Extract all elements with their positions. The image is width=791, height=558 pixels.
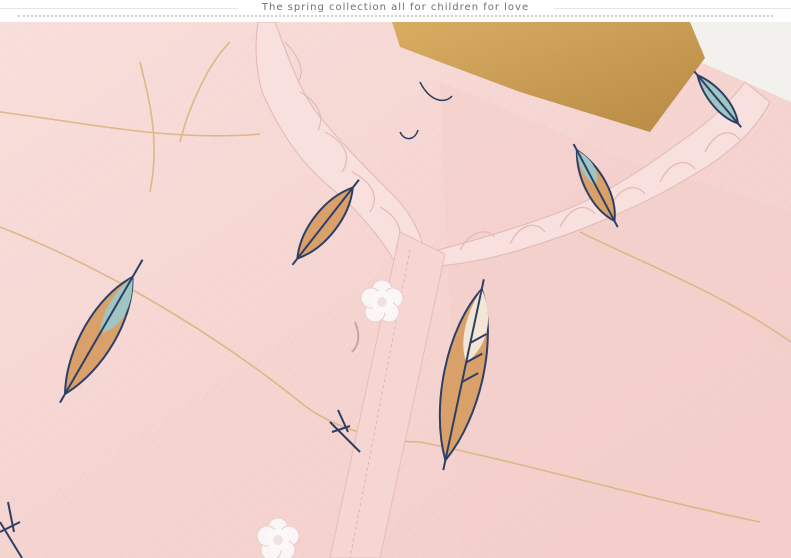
product-photo — [0, 22, 791, 558]
blouse-illustration — [0, 22, 791, 558]
header-dotted-rule — [18, 15, 773, 17]
product-photo-page: The spring collection all for children f… — [0, 0, 791, 558]
collection-caption: The spring collection all for children f… — [261, 2, 530, 13]
header-strip: The spring collection all for children f… — [0, 0, 791, 20]
